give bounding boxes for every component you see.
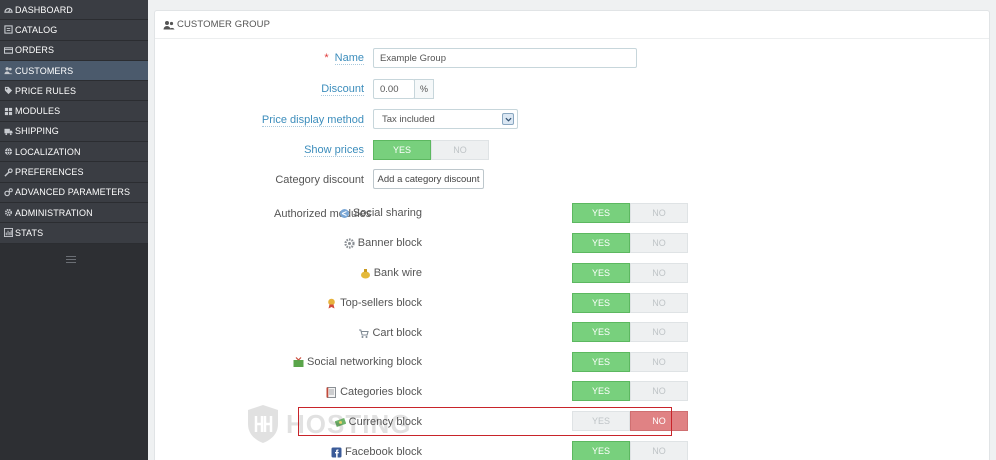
name-label: Name xyxy=(334,52,364,65)
sidebar: DASHBOARD CATALOG ORDERS CUSTOMERS PRICE… xyxy=(0,0,148,460)
module-yes[interactable]: YES xyxy=(572,381,630,401)
chevron-down-icon xyxy=(502,113,514,125)
categories-block-icon xyxy=(326,386,337,398)
dashboard-icon xyxy=(3,5,13,15)
module-name: Categories block xyxy=(340,386,422,398)
price-method-label: Price display method xyxy=(261,114,364,127)
module-switch-social-networking-block[interactable]: YES NO xyxy=(572,352,688,372)
module-no[interactable]: NO xyxy=(630,233,688,253)
sidebar-item-advanced-parameters[interactable]: ADVANCED PARAMETERS xyxy=(0,182,148,203)
show-prices-yes[interactable]: YES xyxy=(373,140,431,160)
sidebar-item-localization[interactable]: LOCALIZATION xyxy=(0,142,148,163)
sidebar-nav: DASHBOARD CATALOG ORDERS CUSTOMERS PRICE… xyxy=(0,0,148,244)
sidebar-item-stats[interactable]: STATS xyxy=(0,223,148,244)
modules-icon xyxy=(3,106,13,116)
module-no[interactable]: NO xyxy=(630,293,688,313)
module-no[interactable]: NO xyxy=(630,203,688,223)
banner-block-icon xyxy=(344,237,355,249)
sidebar-item-label: ADVANCED PARAMETERS xyxy=(15,187,131,198)
sidebar-item-label: STATS xyxy=(15,227,44,238)
sidebar-item-label: SHIPPING xyxy=(15,126,59,137)
catalog-icon xyxy=(3,25,13,35)
administration-icon xyxy=(3,208,13,218)
sidebar-item-label: CUSTOMERS xyxy=(15,65,74,76)
currency-block-highlight xyxy=(298,407,672,436)
show-prices-switch[interactable]: YES NO xyxy=(373,140,489,160)
price-method-value: Tax included xyxy=(382,113,435,125)
discount-unit: % xyxy=(414,79,434,99)
module-no[interactable]: NO xyxy=(630,381,688,401)
module-switch-top-sellers-block[interactable]: YES NO xyxy=(572,293,688,313)
module-yes[interactable]: YES xyxy=(572,233,630,253)
sidebar-item-modules[interactable]: MODULES xyxy=(0,101,148,122)
module-yes[interactable]: YES xyxy=(572,203,630,223)
module-switch-social-sharing[interactable]: YES NO xyxy=(572,203,688,223)
module-no[interactable]: NO xyxy=(630,441,688,460)
show-prices-label: Show prices xyxy=(304,144,364,157)
facebook-block-icon xyxy=(331,447,342,458)
sidebar-item-label: PRICE RULES xyxy=(15,85,77,96)
module-name: Social sharing xyxy=(352,207,422,219)
stats-icon xyxy=(3,228,13,238)
advanced-parameters-icon xyxy=(3,187,13,197)
sidebar-item-administration[interactable]: ADMINISTRATION xyxy=(0,202,148,224)
panel-title: CUSTOMER GROUP xyxy=(177,19,271,30)
module-name: Top-sellers block xyxy=(340,297,422,309)
sidebar-item-price-rules[interactable]: PRICE RULES xyxy=(0,81,148,102)
name-field[interactable]: Example Group xyxy=(373,48,637,68)
module-name: Cart block xyxy=(372,327,422,339)
sidebar-item-label: MODULES xyxy=(15,106,61,117)
sidebar-item-label: ORDERS xyxy=(15,45,55,56)
sidebar-item-label: PREFERENCES xyxy=(15,167,84,178)
bank-wire-icon xyxy=(360,268,371,279)
top-sellers-icon xyxy=(326,298,337,309)
sidebar-item-label: CATALOG xyxy=(15,24,58,35)
show-prices-no[interactable]: NO xyxy=(431,140,489,160)
module-switch-facebook-block[interactable]: YES NO xyxy=(572,441,688,460)
module-yes[interactable]: YES xyxy=(572,293,630,313)
module-name: Bank wire xyxy=(373,267,422,279)
module-name: Banner block xyxy=(357,237,422,249)
customers-icon xyxy=(3,66,13,76)
discount-field[interactable]: 0.00 xyxy=(373,79,415,99)
shipping-icon xyxy=(3,126,13,136)
price-rules-icon xyxy=(3,86,13,96)
sidebar-item-label: DASHBOARD xyxy=(15,4,73,15)
orders-icon xyxy=(3,45,13,55)
module-yes[interactable]: YES xyxy=(572,352,630,372)
price-method-select[interactable]: Tax included xyxy=(373,109,518,129)
social-sharing-icon xyxy=(339,208,350,219)
sidebar-item-preferences[interactable]: PREFERENCES xyxy=(0,162,148,183)
module-switch-cart-block[interactable]: YES NO xyxy=(572,322,688,342)
module-yes[interactable]: YES xyxy=(572,263,630,283)
sidebar-item-orders[interactable]: ORDERS xyxy=(0,40,148,61)
preferences-icon xyxy=(3,167,13,177)
panel-heading: CUSTOMER GROUP xyxy=(155,11,989,39)
module-switch-categories-block[interactable]: YES NO xyxy=(572,381,688,401)
module-no[interactable]: NO xyxy=(630,322,688,342)
module-no[interactable]: NO xyxy=(630,352,688,372)
users-icon xyxy=(163,20,175,30)
module-switch-bank-wire[interactable]: YES NO xyxy=(572,263,688,283)
module-name: Social networking block xyxy=(307,356,422,368)
localization-icon xyxy=(3,147,13,157)
module-name: Facebook block xyxy=(344,446,422,458)
sidebar-collapse-handle[interactable] xyxy=(66,256,76,264)
sidebar-item-label: ADMINISTRATION xyxy=(15,207,93,218)
category-discount-label: Category discount xyxy=(275,174,364,186)
add-category-discount-button[interactable]: Add a category discount xyxy=(373,169,484,189)
module-yes[interactable]: YES xyxy=(572,441,630,460)
sidebar-item-shipping[interactable]: SHIPPING xyxy=(0,121,148,143)
module-switch-banner-block[interactable]: YES NO xyxy=(572,233,688,253)
social-networking-icon xyxy=(293,356,304,368)
cart-block-icon xyxy=(358,328,370,339)
sidebar-item-catalog[interactable]: CATALOG xyxy=(0,20,148,41)
discount-label: Discount xyxy=(321,83,364,96)
sidebar-item-label: LOCALIZATION xyxy=(15,146,81,157)
module-yes[interactable]: YES xyxy=(572,322,630,342)
required-mark: * xyxy=(324,52,329,64)
sidebar-item-dashboard[interactable]: DASHBOARD xyxy=(0,0,148,21)
sidebar-item-customers[interactable]: CUSTOMERS xyxy=(0,60,148,82)
module-no[interactable]: NO xyxy=(630,263,688,283)
